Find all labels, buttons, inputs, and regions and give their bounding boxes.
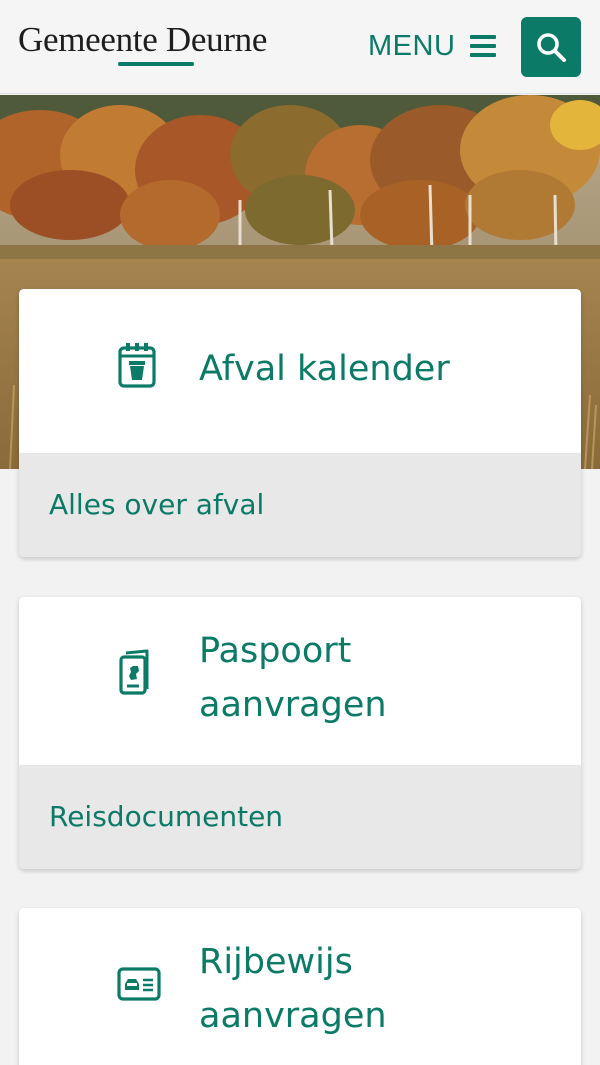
search-button[interactable]: [521, 17, 581, 77]
logo-text: Gemeente Deurne: [18, 20, 268, 59]
tile-rijbewijs-title-line-1: Rijbewijs: [199, 942, 353, 982]
tile-rijbewijs-title: Rijbewijs aanvragen: [199, 935, 387, 1043]
hamburger-icon: [470, 35, 497, 57]
menu-button[interactable]: MENU: [368, 28, 497, 64]
search-icon: [537, 33, 566, 62]
tile-paspoort-title-line-2: aanvragen: [199, 685, 387, 725]
tile-paspoort-title: Paspoort aanvragen: [199, 624, 387, 732]
tile-afval-header[interactable]: Afval kalender: [19, 289, 581, 453]
tile-afval: Afval kalender Alles over afval: [19, 289, 581, 557]
tile-afval-link[interactable]: Alles over afval: [19, 453, 581, 557]
tile-afval-title-line: Afval kalender: [199, 349, 450, 389]
tile-rijbewijs: Rijbewijs aanvragen: [19, 908, 581, 1065]
logo-underline: [118, 62, 194, 66]
tile-rijbewijs-header[interactable]: Rijbewijs aanvragen: [19, 908, 581, 1065]
tile-paspoort-link[interactable]: Reisdocumenten: [19, 765, 581, 869]
waste-bin-calendar-icon: [118, 343, 156, 388]
tile-paspoort-title-line-1: Paspoort: [199, 631, 352, 671]
drivers-license-icon: [117, 967, 161, 1001]
logo[interactable]: Gemeente Deurne: [18, 20, 268, 66]
tile-afval-title: Afval kalender: [199, 342, 450, 396]
site-header: Gemeente Deurne MENU: [0, 0, 600, 94]
tile-paspoort: Paspoort aanvragen Reisdocumenten: [19, 597, 581, 869]
menu-label: MENU: [368, 29, 456, 62]
tile-paspoort-header[interactable]: Paspoort aanvragen: [19, 597, 581, 765]
tile-rijbewijs-title-line-2: aanvragen: [199, 996, 387, 1036]
passport-icon: [119, 649, 149, 695]
